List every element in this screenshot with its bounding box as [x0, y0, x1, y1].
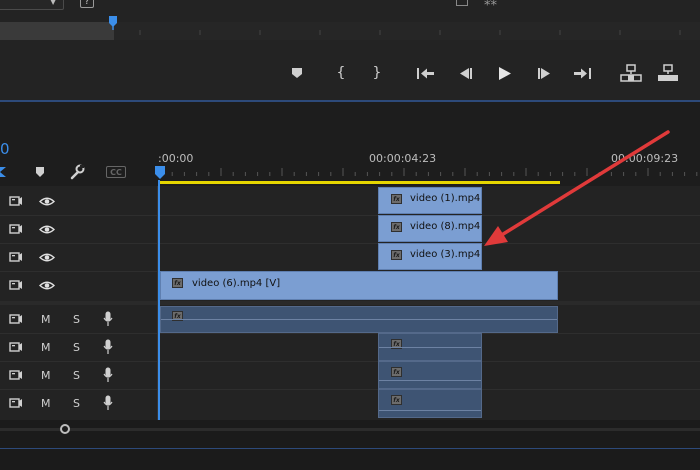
solo-track-button[interactable]: S [73, 369, 80, 382]
microphone-icon[interactable] [103, 311, 113, 327]
zoom-handle[interactable] [60, 424, 70, 434]
toggle-sync-lock-icon[interactable] [9, 369, 23, 381]
playhead-timecode[interactable]: 0 [0, 140, 10, 158]
mute-track-button[interactable]: M [41, 369, 51, 382]
track-divider [0, 215, 700, 216]
toggle-sync-lock-icon[interactable] [9, 341, 23, 353]
mark-out-icon[interactable]: } [366, 64, 388, 82]
fx-badge: fx [172, 278, 183, 288]
mark-in-icon[interactable]: { [330, 64, 352, 82]
fx-badge: fx [391, 194, 402, 204]
microphone-icon[interactable] [103, 367, 113, 383]
marker-icon[interactable] [34, 166, 46, 178]
audio-waveform-line [379, 380, 481, 381]
track-divider [0, 243, 700, 244]
mute-track-button[interactable]: M [41, 313, 51, 326]
work-area-bar[interactable] [160, 181, 560, 184]
toggle-sync-lock-icon[interactable] [9, 223, 23, 235]
zoom-scrollbar[interactable] [0, 428, 700, 431]
eye-icon[interactable] [39, 280, 55, 291]
microphone-icon[interactable] [103, 395, 113, 411]
settings-icon[interactable]: ⁂ [484, 0, 497, 9]
go-to-out-icon[interactable] [572, 67, 592, 80]
ruler-timecode-end: 00:00:09:23 [611, 152, 679, 165]
fx-badge: fx [391, 395, 402, 405]
mini-playhead-icon[interactable] [108, 16, 118, 30]
insert-icon[interactable] [620, 64, 642, 82]
video-clip[interactable]: fx video (8).mp4 [ [378, 215, 482, 242]
audio-clip[interactable]: fx [160, 306, 558, 333]
mute-track-button[interactable]: M [41, 341, 51, 354]
playhead-icon[interactable] [154, 166, 166, 182]
fx-badge: fx [391, 367, 402, 377]
audio-clip[interactable]: fx [378, 361, 482, 389]
video-clip[interactable]: fx video (3).mp4 [ [378, 243, 482, 270]
solo-track-button[interactable]: S [73, 313, 80, 326]
clip-label: video (3).mp4 [ [410, 249, 482, 260]
ruler-timecode-start: :00:00 [158, 152, 194, 165]
audio-clip[interactable]: fx [378, 333, 482, 361]
video-audio-separator[interactable] [0, 301, 700, 305]
clip-label: video (1).mp4 [ [410, 193, 482, 204]
video-clip[interactable]: fx video (6).mp4 [V] [160, 271, 558, 300]
add-marker-icon[interactable] [291, 67, 303, 79]
track-divider [0, 333, 700, 334]
toggle-sync-lock-icon[interactable] [9, 397, 23, 409]
audio-waveform-line [379, 347, 481, 348]
toggle-sync-lock-icon[interactable] [9, 313, 23, 325]
microphone-icon[interactable] [103, 339, 113, 355]
fx-badge: fx [391, 250, 402, 260]
mini-ruler-ticks [139, 30, 681, 35]
play-icon[interactable] [497, 66, 512, 81]
panel-border [0, 448, 700, 449]
step-forward-icon[interactable] [537, 67, 553, 80]
audio-waveform-line [161, 319, 557, 320]
toggle-sync-lock-icon[interactable] [9, 195, 23, 207]
panel-divider [0, 100, 700, 102]
help-button[interactable]: ? [80, 0, 94, 8]
fx-badge: fx [391, 222, 402, 232]
go-to-in-icon[interactable] [416, 67, 436, 80]
eye-icon[interactable] [39, 224, 55, 235]
video-clip[interactable]: fx video (1).mp4 [ [378, 187, 482, 214]
clip-label: video (6).mp4 [V] [192, 278, 281, 289]
eye-icon[interactable] [39, 252, 55, 263]
track-divider [0, 361, 700, 362]
export-frame-icon[interactable] [456, 0, 468, 6]
playhead-line[interactable] [158, 180, 160, 422]
step-back-icon[interactable] [457, 67, 473, 80]
audio-waveform-line [379, 410, 481, 411]
eye-icon[interactable] [39, 196, 55, 207]
wrench-icon[interactable] [69, 164, 85, 180]
snap-icon[interactable] [0, 165, 8, 179]
track-divider [0, 389, 700, 390]
captions-icon[interactable]: CC [106, 166, 126, 178]
toggle-sync-lock-icon[interactable] [9, 251, 23, 263]
time-ruler[interactable] [158, 166, 700, 178]
solo-track-button[interactable]: S [73, 341, 80, 354]
audio-clip[interactable]: fx [378, 389, 482, 418]
mute-track-button[interactable]: M [41, 397, 51, 410]
toggle-sync-lock-icon[interactable] [9, 279, 23, 291]
solo-track-button[interactable]: S [73, 397, 80, 410]
overwrite-icon[interactable] [657, 64, 679, 82]
clip-label: video (8).mp4 [ [410, 221, 482, 232]
ruler-timecode-mid: 00:00:04:23 [369, 152, 437, 165]
chevron-down-icon: ▼ [50, 0, 57, 6]
